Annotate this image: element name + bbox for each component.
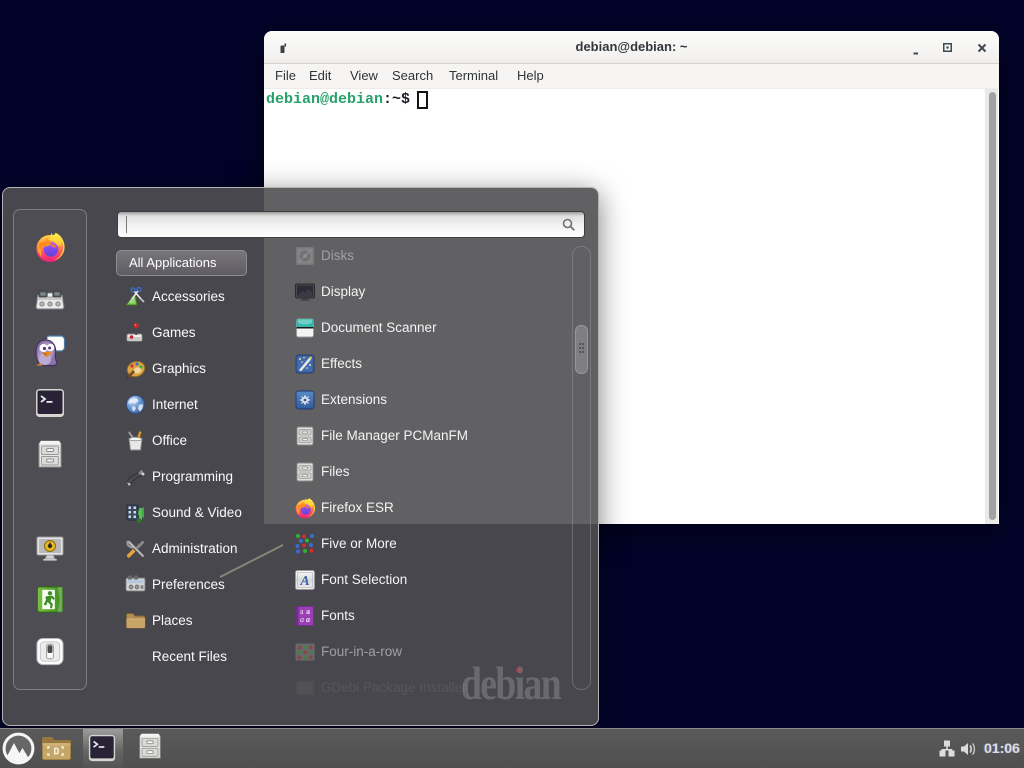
svg-text:A: A: [299, 574, 309, 589]
svg-text:a: a: [306, 615, 310, 624]
svg-text:a: a: [300, 615, 304, 624]
